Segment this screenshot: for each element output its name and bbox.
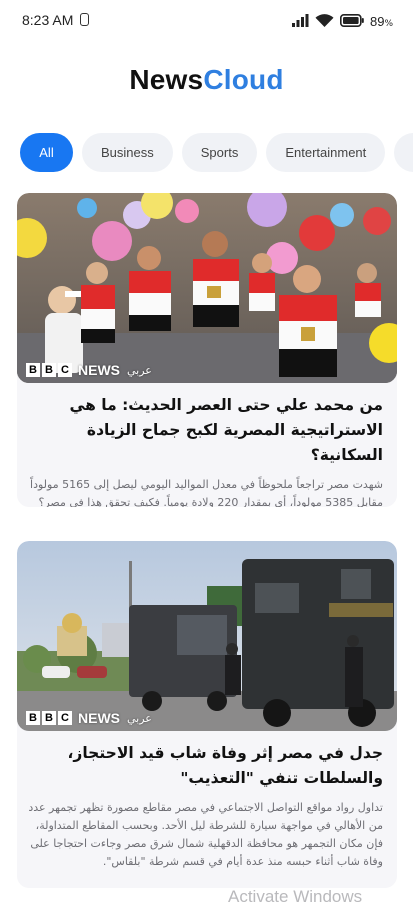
article-image[interactable]: B B C NEWS عربي [17, 193, 397, 383]
bbc-logo-letter: B [26, 363, 40, 377]
tab-business[interactable]: Business [82, 133, 173, 172]
bbc-news-text: NEWS [78, 710, 120, 726]
bbc-logo-letter: C [58, 711, 72, 725]
article-image[interactable]: B B C NEWS عربي [17, 541, 397, 731]
bbc-news-arabic-logo: B B C NEWS عربي [26, 710, 152, 726]
tab-entertainment[interactable]: Entertainment [266, 133, 386, 172]
tab-sports[interactable]: Sports [181, 133, 258, 172]
app-title-cloud: Cloud [203, 64, 284, 95]
children-flags-image [17, 193, 397, 383]
article-card[interactable]: B B C NEWS عربي من محمد علي حتى العصر ال… [17, 193, 397, 507]
battery-icon [339, 14, 364, 27]
bbc-logo-letter: C [58, 363, 72, 377]
status-time: 8:23 AM [22, 12, 74, 28]
wifi-icon [315, 13, 334, 27]
signal-icon [291, 14, 309, 27]
bbc-logo-letter: B [42, 363, 56, 377]
article-summary: شهدت مصر تراجعاً ملحوظاً في معدل الموالي… [30, 478, 383, 507]
bbc-arabic-text: عربي [127, 711, 152, 725]
status-bar: 8:23 AM 89% [0, 0, 413, 40]
police-trucks-image [17, 541, 397, 731]
battery-percentage: 89 [369, 14, 385, 29]
article-card[interactable]: B B C NEWS عربي جدل في مصر إثر وفاة شاب … [17, 541, 397, 888]
app-title: NewsCloud [0, 64, 413, 96]
app-title-news: News [129, 64, 204, 95]
article-title[interactable]: جدل في مصر إثر وفاة شاب قيد الاحتجاز، وا… [17, 731, 397, 791]
article-summary: تداول رواد مواقع التواصل الاجتماعي في مص… [28, 801, 383, 868]
bbc-logo-letter: B [26, 711, 40, 725]
sim-icon [80, 13, 89, 26]
tab-all[interactable]: All [20, 133, 73, 172]
bbc-news-arabic-logo: B B C NEWS عربي [26, 362, 152, 378]
bbc-arabic-text: عربي [127, 363, 152, 377]
bbc-news-text: NEWS [78, 362, 120, 378]
status-icons: 89% [291, 11, 393, 30]
bbc-logo-letter: B [42, 711, 56, 725]
activate-windows-watermark: Activate Windows [228, 887, 363, 906]
tab-more[interactable] [394, 133, 413, 172]
category-tabs: All Business Sports Entertainment [20, 133, 413, 173]
article-title[interactable]: من محمد علي حتى العصر الحديث: ما هي الاس… [17, 383, 397, 468]
